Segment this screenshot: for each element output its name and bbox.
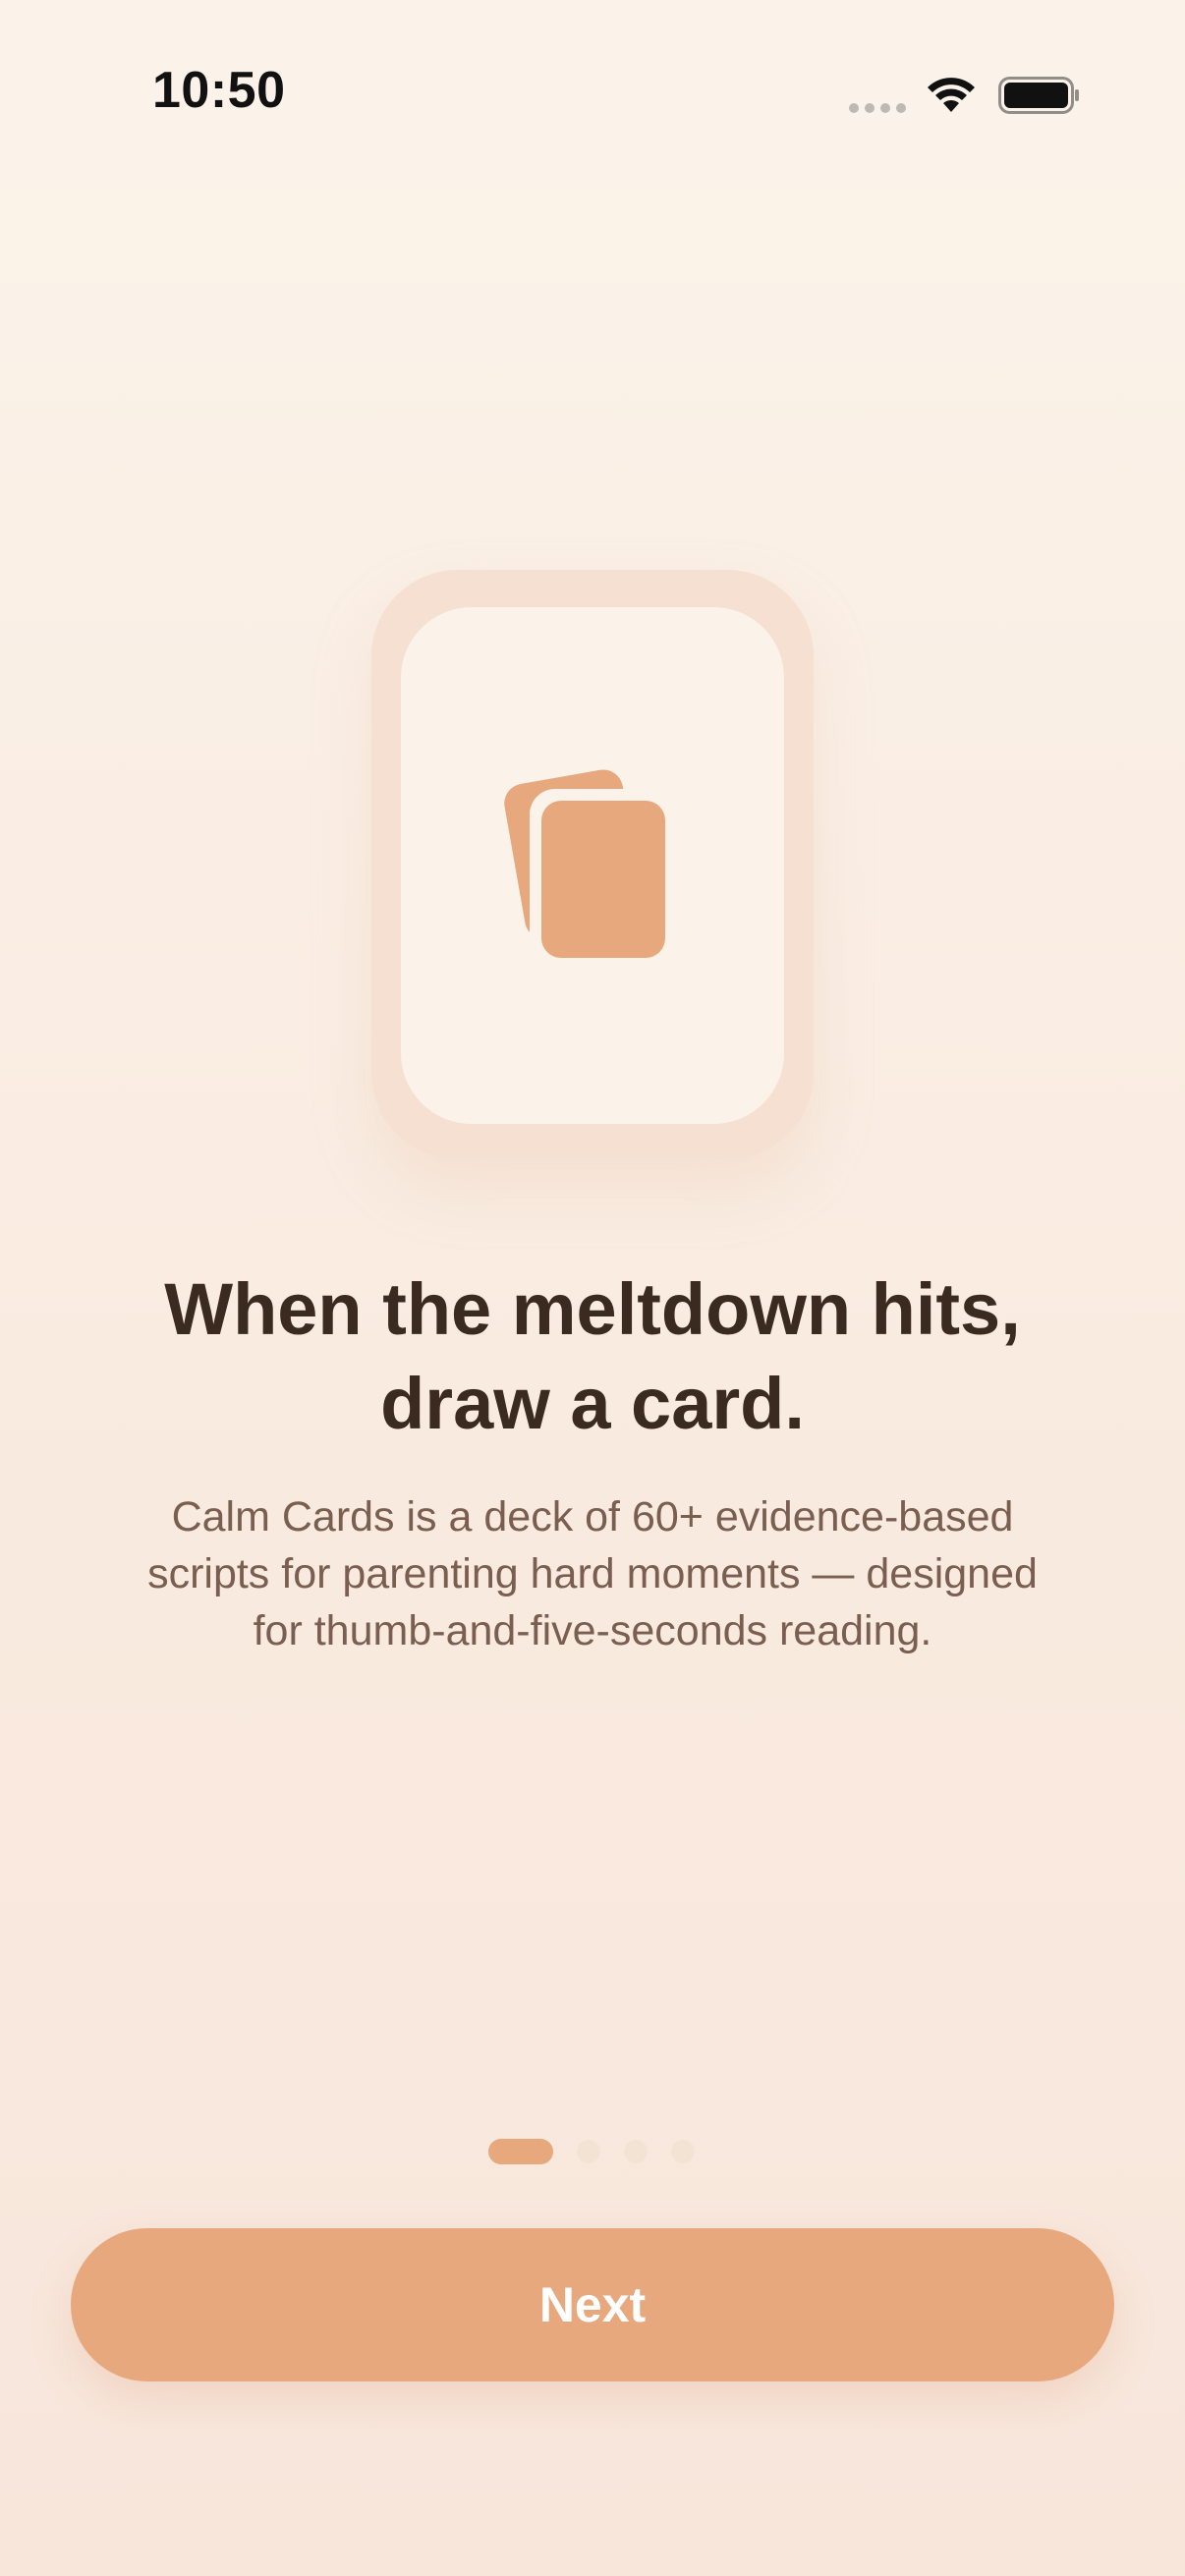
page-dot — [671, 2140, 695, 2163]
page-dot — [577, 2140, 600, 2163]
hero-card — [401, 607, 784, 1124]
hero-card-frame — [371, 570, 814, 1159]
cellular-signal-icon — [849, 103, 908, 117]
status-time: 10:50 — [152, 62, 286, 119]
page-dot — [624, 2140, 648, 2163]
onboarding-headline: When the meltdown hits, draw a card. — [164, 1268, 1021, 1444]
page-indicator — [488, 2139, 695, 2164]
onboarding-description: Calm Cards is a deck of 60+ evidence-bas… — [147, 1493, 1038, 1654]
battery-icon — [998, 77, 1079, 114]
page-dot-active — [488, 2139, 553, 2164]
wifi-icon — [928, 78, 975, 112]
onboarding-screen: 10:50 When the meltdown hits, draw a car… — [0, 0, 1185, 2576]
next-button[interactable]: Next — [71, 2228, 1114, 2381]
cards-stack-icon — [504, 769, 669, 962]
